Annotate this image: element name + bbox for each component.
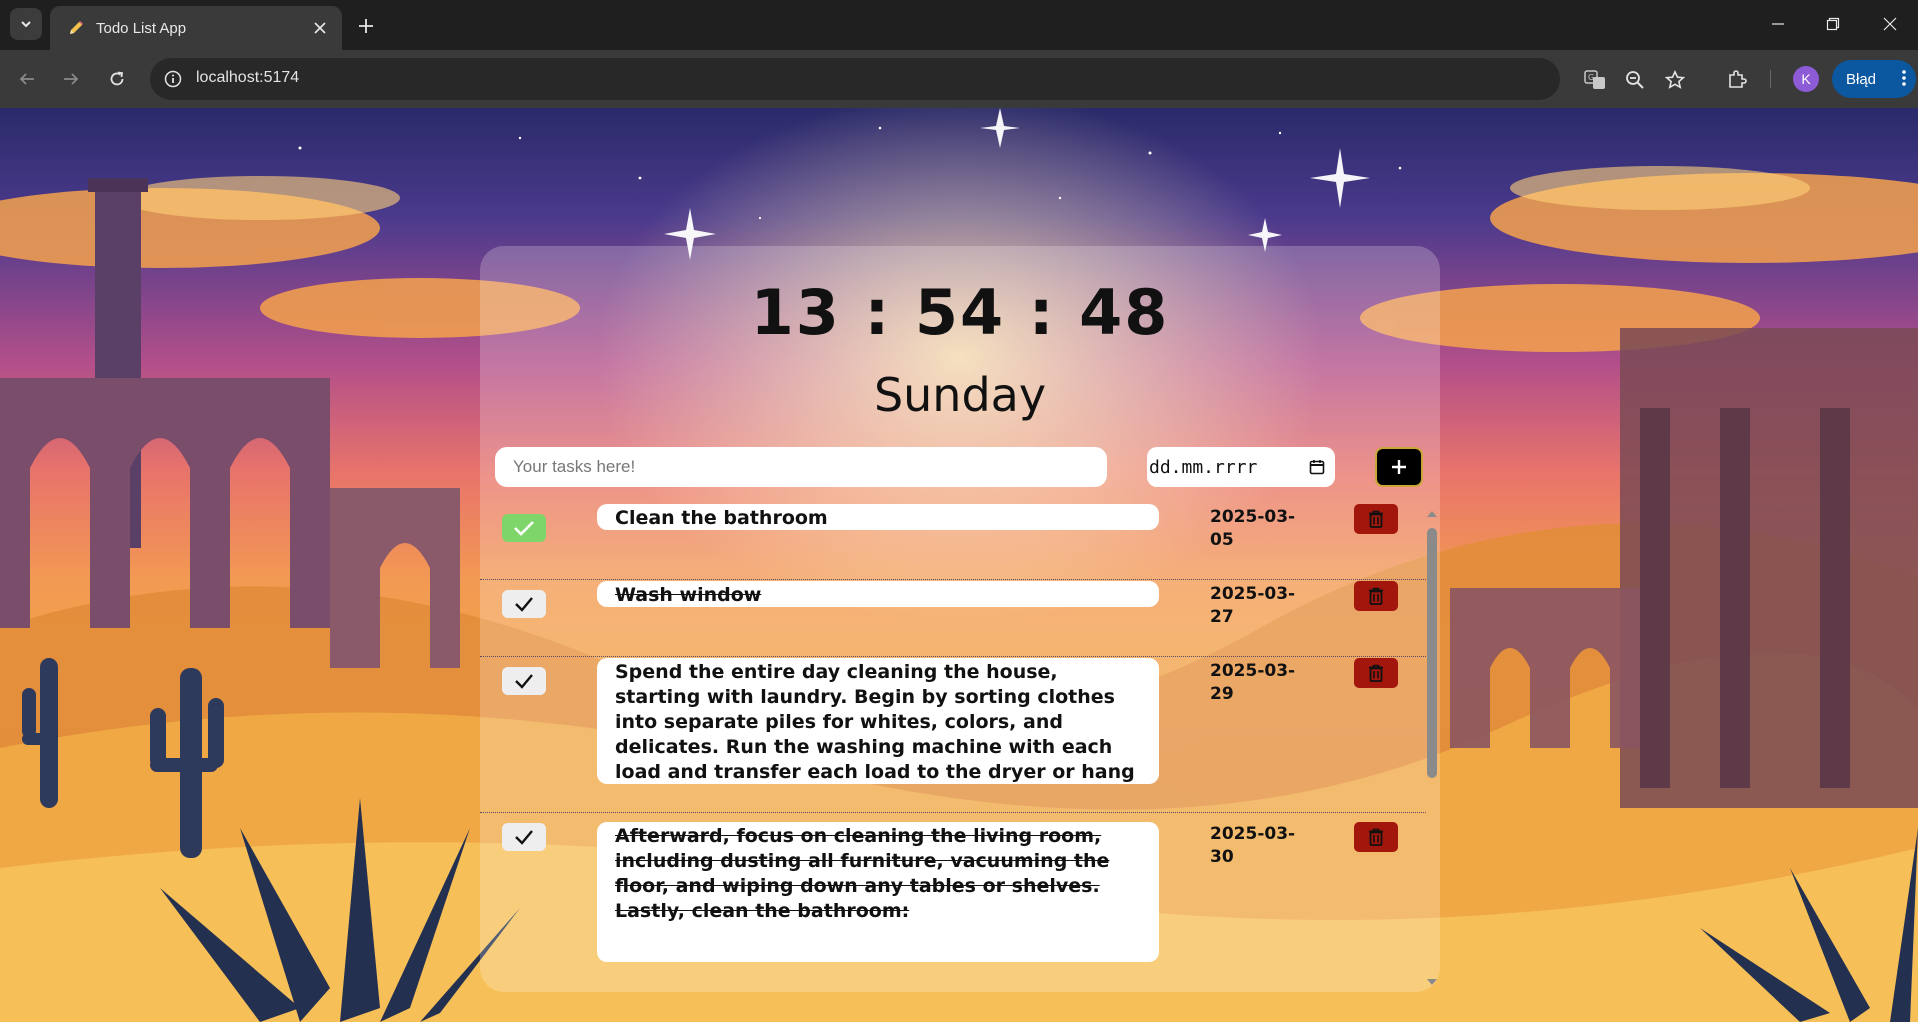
task-date: 2025-03-30 xyxy=(1210,824,1296,867)
arrow-right-icon xyxy=(64,73,79,85)
add-task-button[interactable] xyxy=(1375,447,1423,487)
svg-text:G: G xyxy=(1588,73,1594,82)
error-label: Błąd xyxy=(1846,70,1877,88)
restore-icon xyxy=(1826,17,1840,31)
trash-icon xyxy=(1369,828,1383,846)
tab-search-button[interactable] xyxy=(10,8,42,40)
task-date: 2025-03-29 xyxy=(1210,661,1296,704)
checkmark-icon xyxy=(515,830,533,845)
page-viewport: 13 : 54 : 48 Sunday dd.mm.rrrr Clean the… xyxy=(0,108,1918,1022)
task-text: Afterward, focus on cleaning the living … xyxy=(597,822,1159,962)
chevron-down-icon xyxy=(21,21,31,28)
new-tab-button[interactable] xyxy=(352,12,380,40)
browser-tab[interactable]: Todo List App xyxy=(50,6,342,50)
task-text: Clean the bathroom xyxy=(597,504,1159,530)
task-text: Wash window xyxy=(597,581,1159,607)
minimize-icon xyxy=(1772,23,1784,25)
arrow-left-icon xyxy=(19,73,34,85)
restore-button[interactable] xyxy=(1813,10,1853,38)
close-tab-icon[interactable] xyxy=(310,18,330,38)
site-info-icon[interactable] xyxy=(162,68,184,90)
delete-task-button[interactable] xyxy=(1354,658,1398,688)
scrollbar-thumb[interactable] xyxy=(1427,528,1437,778)
checkmark-icon xyxy=(515,597,533,612)
back-button[interactable] xyxy=(12,64,42,94)
minimize-button[interactable] xyxy=(1758,10,1798,38)
complete-checkbox[interactable] xyxy=(502,590,546,618)
task-date: 2025-03-05 xyxy=(1210,507,1296,550)
task-row: Afterward, focus on cleaning the living … xyxy=(480,813,1426,992)
reload-button[interactable] xyxy=(102,64,132,94)
profile-avatar[interactable]: K xyxy=(1793,66,1819,92)
trash-icon xyxy=(1369,510,1383,528)
checkmark-icon xyxy=(515,674,533,689)
complete-checkbox[interactable] xyxy=(502,823,546,851)
extensions-icon[interactable] xyxy=(1722,64,1752,94)
scroll-down-arrow-icon[interactable] xyxy=(1425,976,1439,988)
clock-display: 13 : 54 : 48 xyxy=(750,276,1170,349)
close-window-button[interactable] xyxy=(1870,10,1910,38)
delete-task-button[interactable] xyxy=(1354,581,1398,611)
more-menu-icon[interactable] xyxy=(1902,69,1906,91)
tab-strip: Todo List App xyxy=(0,0,1918,50)
browser-toolbar: localhost:5174 G xyxy=(0,50,1918,108)
tab-title: Todo List App xyxy=(96,19,187,37)
close-icon xyxy=(1883,17,1897,31)
plus-icon xyxy=(1392,460,1406,474)
delete-task-button[interactable] xyxy=(1354,822,1398,852)
task-row: Wash window 2025-03-27 xyxy=(480,580,1426,657)
task-input[interactable] xyxy=(495,447,1107,487)
scroll-up-arrow-icon[interactable] xyxy=(1425,508,1439,520)
checkmark-icon xyxy=(514,521,534,536)
task-row: Spend the entire day cleaning the house,… xyxy=(480,657,1426,813)
bookmark-star-icon[interactable] xyxy=(1662,67,1688,93)
forward-button[interactable] xyxy=(56,64,86,94)
task-row: Clean the bathroom 2025-03-05 xyxy=(480,504,1426,580)
trash-icon xyxy=(1369,587,1383,605)
toolbar-divider xyxy=(1770,70,1771,88)
translate-icon[interactable]: G xyxy=(1582,67,1608,93)
zoom-out-icon[interactable] xyxy=(1622,67,1648,93)
complete-checkbox[interactable] xyxy=(502,667,546,695)
calendar-icon[interactable] xyxy=(1307,457,1327,477)
task-list: Clean the bathroom 2025-03-05 Wash windo… xyxy=(480,504,1440,992)
task-list-scrollbar[interactable] xyxy=(1422,504,1440,992)
error-button[interactable]: Błąd xyxy=(1832,60,1916,98)
url-text: localhost:5174 xyxy=(196,69,300,86)
todo-card: 13 : 54 : 48 Sunday dd.mm.rrrr Clean the… xyxy=(480,246,1440,992)
pencil-icon xyxy=(64,16,88,40)
reload-icon xyxy=(110,71,124,86)
address-bar[interactable]: localhost:5174 G xyxy=(150,58,1685,100)
delete-task-button[interactable] xyxy=(1354,504,1398,534)
day-display: Sunday xyxy=(873,368,1047,422)
complete-checkbox[interactable] xyxy=(502,514,546,542)
task-text: Spend the entire day cleaning the house,… xyxy=(597,658,1159,784)
trash-icon xyxy=(1369,664,1383,682)
date-placeholder: dd.mm.rrrr xyxy=(1149,456,1258,478)
date-input[interactable]: dd.mm.rrrr xyxy=(1147,447,1335,487)
plus-icon xyxy=(359,19,373,33)
task-date: 2025-03-27 xyxy=(1210,584,1296,627)
